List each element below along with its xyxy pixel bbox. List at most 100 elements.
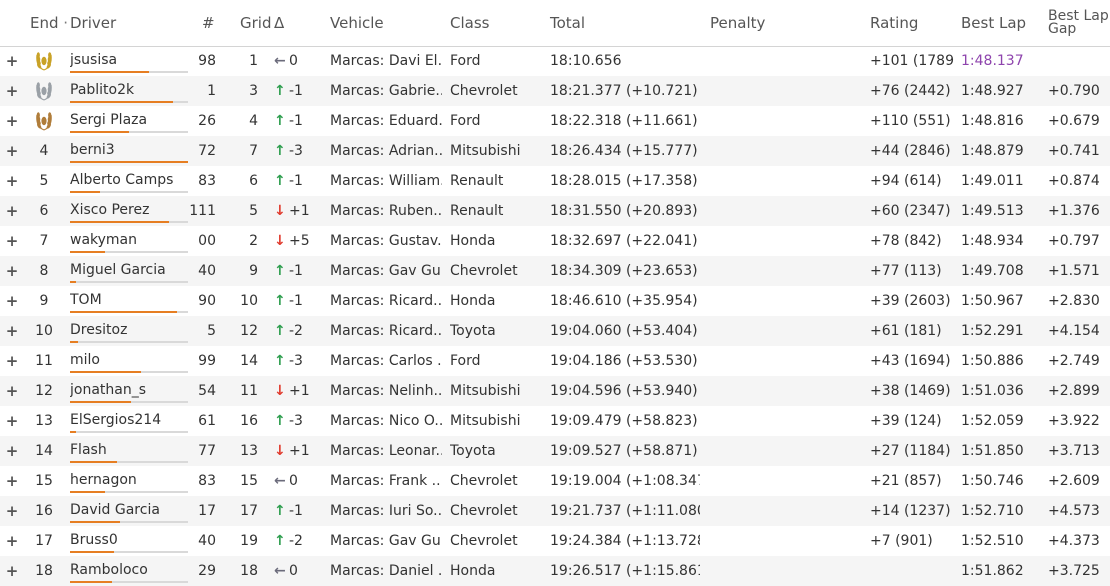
expand-row-button[interactable]: +: [5, 466, 19, 496]
column-header-penalty[interactable]: Penalty: [710, 14, 765, 32]
arrow-down-icon: ↓: [274, 443, 286, 459]
total-time: 18:26.434 (+15.777): [550, 143, 698, 159]
driver-link[interactable]: jonathan_s: [70, 376, 188, 406]
expand-row-button[interactable]: +: [5, 256, 19, 286]
plus-icon: +: [5, 112, 19, 130]
driver-name: hernagon: [70, 472, 137, 488]
driver-name: Miguel Garcia: [70, 262, 166, 278]
rating: +38 (1469): [870, 383, 951, 399]
expand-row-button[interactable]: +: [5, 496, 19, 526]
driver-link[interactable]: wakyman: [70, 226, 188, 256]
car-number: 111: [189, 203, 216, 219]
expand-row-button[interactable]: +: [5, 106, 19, 136]
column-header-number[interactable]: #: [202, 14, 215, 32]
penalty: [710, 46, 850, 76]
driver-progress-bar: [70, 341, 78, 343]
expand-row-button[interactable]: +: [5, 556, 19, 586]
plus-icon: +: [5, 52, 19, 70]
driver-link[interactable]: Alberto Camps: [70, 166, 188, 196]
vehicle-name: Marcas: Nelinh...: [330, 383, 442, 399]
position-delta-value: +1: [289, 203, 310, 219]
car-class: Toyota: [450, 323, 496, 339]
car-class: Ford: [450, 113, 481, 129]
column-header-delta[interactable]: Δ: [274, 14, 284, 32]
expand-row-button[interactable]: +: [5, 436, 19, 466]
arrow-up-icon: ↑: [274, 293, 286, 309]
column-header-end[interactable]: End ·: [30, 14, 68, 32]
expand-row-button[interactable]: +: [5, 196, 19, 226]
driver-progress-bar: [70, 281, 76, 283]
rating: +101 (1789): [870, 53, 954, 69]
driver-link[interactable]: Flash: [70, 436, 188, 466]
column-header-end-label: End: [30, 14, 59, 32]
best-lap: 1:48.137: [961, 53, 1024, 69]
driver-link[interactable]: jsusisa: [70, 46, 188, 76]
plus-icon: +: [5, 262, 19, 280]
driver-progress-bar: [70, 311, 177, 313]
total-time: 19:09.479 (+58.823): [550, 413, 698, 429]
position-delta: ↑ -1: [274, 256, 322, 286]
driver-link[interactable]: David Garcia: [70, 496, 188, 526]
expand-row-button[interactable]: +: [5, 346, 19, 376]
arrow-up-icon: ↑: [274, 113, 286, 129]
driver-name: Xisco Perez: [70, 202, 150, 218]
driver-progress-track: [70, 371, 188, 373]
expand-row-button[interactable]: +: [5, 166, 19, 196]
car-number: 40: [198, 263, 216, 279]
plus-icon: +: [5, 562, 19, 580]
penalty: [710, 106, 850, 136]
driver-link[interactable]: milo: [70, 346, 188, 376]
driver-link[interactable]: Ramboloco: [70, 556, 188, 586]
column-header-driver[interactable]: Driver: [70, 14, 116, 32]
plus-icon: +: [5, 472, 19, 490]
arrow-up-icon: ↑: [274, 263, 286, 279]
driver-link[interactable]: Pablito2k: [70, 76, 188, 106]
column-header-best-lap-gap[interactable]: Best Lap Gap: [1048, 9, 1109, 37]
car-class: Ford: [450, 353, 481, 369]
column-header-best-lap[interactable]: Best Lap: [961, 14, 1026, 32]
driver-link[interactable]: TOM: [70, 286, 188, 316]
expand-row-button[interactable]: +: [5, 226, 19, 256]
expand-row-button[interactable]: +: [5, 406, 19, 436]
vehicle-name: Marcas: Daniel ...: [330, 563, 442, 579]
column-header-rating[interactable]: Rating: [870, 14, 918, 32]
expand-row-button[interactable]: +: [5, 136, 19, 166]
column-header-class[interactable]: Class: [450, 14, 489, 32]
position-delta: ↑ -3: [274, 136, 322, 166]
expand-row-button[interactable]: +: [5, 286, 19, 316]
grid-position: 16: [240, 413, 258, 429]
expand-row-button[interactable]: +: [5, 316, 19, 346]
column-header-total[interactable]: Total: [550, 14, 585, 32]
driver-link[interactable]: Dresitoz: [70, 316, 188, 346]
grid-position: 10: [240, 293, 258, 309]
penalty: [710, 316, 850, 346]
finish-position: 18: [35, 563, 53, 579]
grid-position: 2: [249, 233, 258, 249]
driver-name: Ramboloco: [70, 562, 148, 578]
driver-progress-bar: [70, 491, 105, 493]
best-lap: 1:48.927: [961, 83, 1024, 99]
expand-row-button[interactable]: +: [5, 46, 19, 76]
driver-link[interactable]: Bruss0: [70, 526, 188, 556]
column-header-vehicle[interactable]: Vehicle: [330, 14, 384, 32]
car-number: 29: [198, 563, 216, 579]
expand-row-button[interactable]: +: [5, 76, 19, 106]
best-lap: 1:50.886: [961, 353, 1024, 369]
car-class: Honda: [450, 233, 496, 249]
driver-progress-bar: [70, 191, 100, 193]
driver-progress-track: [70, 101, 188, 103]
column-header-best-lap-gap-line2: Gap: [1048, 21, 1077, 37]
column-header-grid[interactable]: Grid: [240, 14, 271, 32]
expand-row-button[interactable]: +: [5, 526, 19, 556]
plus-icon: +: [5, 82, 19, 100]
expand-row-button[interactable]: +: [5, 376, 19, 406]
car-number: 1: [207, 83, 216, 99]
driver-link[interactable]: Sergi Plaza: [70, 106, 188, 136]
plus-icon: +: [5, 352, 19, 370]
best-lap: 1:49.011: [961, 173, 1024, 189]
driver-link[interactable]: hernagon: [70, 466, 188, 496]
driver-link[interactable]: berni3: [70, 136, 188, 166]
driver-link[interactable]: ElSergios214: [70, 406, 188, 436]
driver-link[interactable]: Xisco Perez: [70, 196, 188, 226]
driver-link[interactable]: Miguel Garcia: [70, 256, 188, 286]
